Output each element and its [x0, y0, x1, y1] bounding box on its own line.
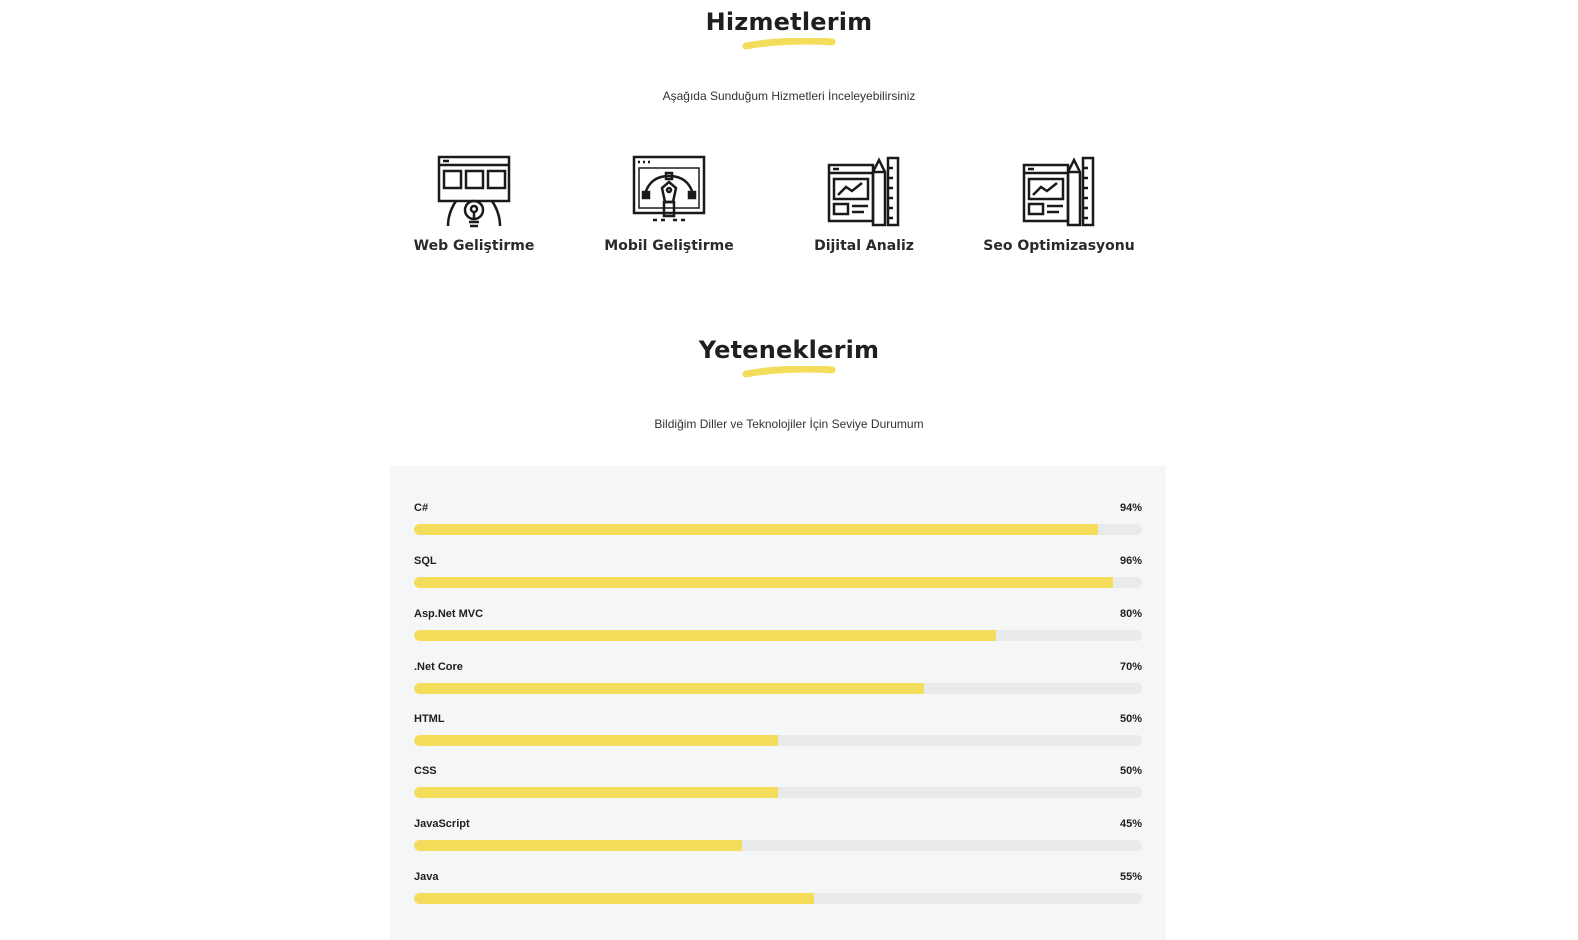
skills-panel: C# 94% SQL 96% Asp.Net MVC 80% .Net Core… — [390, 466, 1166, 940]
skill-row-csharp: C# 94% — [414, 502, 1142, 542]
skill-row-html: HTML 50% — [414, 713, 1142, 753]
skill-percent: 55% — [1119, 871, 1142, 883]
skill-percent: 50% — [1119, 713, 1142, 725]
skill-progress-track — [414, 893, 1142, 904]
skill-percent: 45% — [1119, 818, 1142, 830]
skill-name: C# — [414, 502, 429, 514]
skill-row-css: CSS 50% — [414, 765, 1142, 805]
skills-subtitle: Bildiğim Diller ve Teknolojiler İçin Sev… — [654, 417, 924, 431]
mobile-design-icon — [632, 155, 706, 222]
title-underline-decoration — [742, 366, 836, 378]
skill-row-aspnet-mvc: Asp.Net MVC 80% — [414, 608, 1142, 648]
skill-name: Asp.Net MVC — [414, 608, 484, 620]
skill-progress-track — [414, 787, 1142, 798]
skill-progress-track — [414, 577, 1142, 588]
skill-name: JavaScript — [414, 818, 470, 830]
service-card-mobile[interactable]: Mobil Geliştirme — [569, 154, 769, 254]
services-section: Hizmetlerim Aşağıda Sunduğum Hizmetleri … — [0, 8, 1578, 254]
service-card-analysis[interactable]: Dijital Analiz — [764, 154, 964, 254]
skill-progress-fill — [414, 787, 778, 798]
skill-progress-track — [414, 524, 1142, 535]
skill-percent: 50% — [1119, 765, 1142, 777]
skill-row-net-core: .Net Core 70% — [414, 661, 1142, 701]
service-title-analysis: Dijital Analiz — [814, 238, 914, 254]
skill-progress-fill — [414, 524, 1099, 535]
skill-name: HTML — [414, 713, 445, 725]
skill-percent: 96% — [1119, 555, 1142, 567]
skill-name: SQL — [414, 555, 437, 567]
skill-progress-track — [414, 840, 1142, 851]
skill-percent: 94% — [1119, 502, 1142, 514]
service-title-seo: Seo Optimizasyonu — [983, 238, 1135, 254]
skill-row-sql: SQL 96% — [414, 555, 1142, 595]
skill-progress-fill — [414, 630, 997, 641]
skill-progress-fill — [414, 735, 778, 746]
skill-progress-fill — [414, 683, 924, 694]
skill-row-javascript: JavaScript 45% — [414, 818, 1142, 858]
digital-analysis-icon — [827, 156, 900, 227]
skill-progress-track — [414, 683, 1142, 694]
skill-progress-fill — [414, 577, 1113, 588]
title-underline-decoration — [742, 38, 836, 50]
services-title: Hizmetlerim — [705, 8, 873, 36]
skill-progress-track — [414, 735, 1142, 746]
skills-title: Yeteneklerim — [698, 336, 880, 364]
page: Hizmetlerim Aşağıda Sunduğum Hizmetleri … — [0, 0, 1578, 940]
service-card-web[interactable]: Web Geliştirme — [374, 154, 574, 254]
skill-name: CSS — [414, 765, 437, 777]
skill-percent: 80% — [1119, 608, 1142, 620]
service-card-seo[interactable]: Seo Optimizasyonu — [959, 154, 1159, 254]
service-title-mobile: Mobil Geliştirme — [604, 238, 734, 254]
skill-progress-fill — [414, 893, 815, 904]
skill-progress-fill — [414, 840, 742, 851]
web-development-icon — [437, 155, 511, 228]
skill-percent: 70% — [1119, 661, 1142, 673]
skill-row-java: Java 55% — [414, 871, 1142, 911]
skill-progress-track — [414, 630, 1142, 641]
seo-optimization-icon — [1022, 156, 1095, 227]
skill-name: Java — [414, 871, 439, 883]
skills-section: Yeteneklerim Bildiğim Diller ve Teknoloj… — [0, 336, 1578, 431]
service-title-web: Web Geliştirme — [413, 238, 535, 254]
skill-name: .Net Core — [414, 661, 463, 673]
services-subtitle: Aşağıda Sunduğum Hizmetleri İnceleyebili… — [662, 89, 916, 103]
